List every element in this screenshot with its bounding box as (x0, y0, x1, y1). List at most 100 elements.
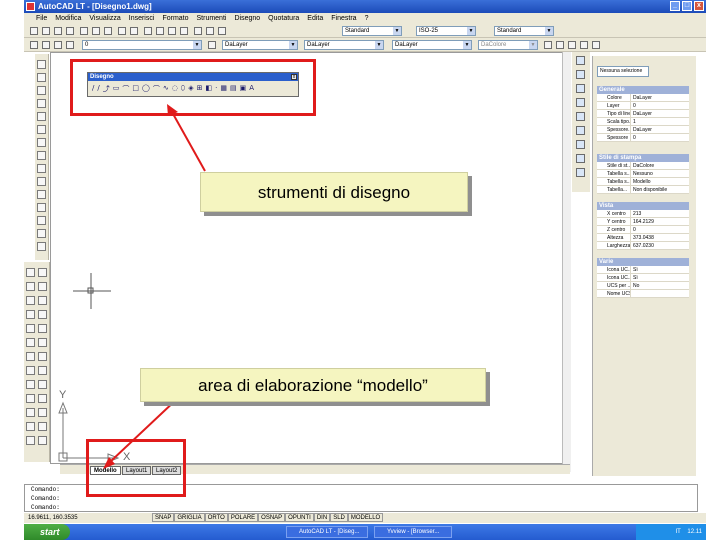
snap-tangent-icon[interactable] (38, 408, 47, 417)
polygon-icon[interactable] (37, 99, 46, 108)
zoom-icon[interactable] (544, 41, 552, 49)
property-row[interactable]: Spessore 0 (597, 134, 689, 142)
point-icon[interactable] (37, 203, 46, 212)
vertical-scrollbar[interactable] (562, 52, 571, 472)
open-file-icon[interactable] (42, 27, 50, 35)
autocad-app-icon[interactable] (26, 2, 35, 11)
property-row[interactable]: X centro 213 (597, 210, 689, 218)
property-row[interactable]: Scala tipo... 1 (597, 118, 689, 126)
snap-nearest-icon[interactable] (38, 422, 47, 431)
scale-icon[interactable] (38, 310, 47, 319)
dyn-toggle[interactable]: DIN (313, 513, 331, 522)
section-title[interactable]: Varie (597, 258, 689, 266)
start-button[interactable]: start (24, 524, 70, 540)
property-row[interactable]: Spessore... DaLayer (597, 126, 689, 134)
block-icon[interactable] (37, 190, 46, 199)
menu-edita[interactable]: Edita (307, 13, 323, 24)
property-row[interactable]: Stile di st... DaColore (597, 162, 689, 170)
properties-panel-icon[interactable] (576, 56, 585, 65)
layer-select[interactable]: 0 ▼ (82, 40, 202, 50)
property-row[interactable]: Nome UCS (597, 290, 689, 298)
menu-modifica[interactable]: Modifica (55, 13, 81, 24)
minimize-button[interactable]: _ (670, 1, 680, 11)
taskbar-item-autocad[interactable]: AutoCAD LT - [Diseg... (286, 526, 368, 538)
polar-toggle[interactable]: POLARE (227, 513, 259, 522)
zoom-extents-icon[interactable] (592, 41, 600, 49)
pan-icon[interactable] (144, 27, 152, 35)
grid-toggle[interactable]: GRIGLIA (174, 513, 205, 522)
taskbar-item-browser[interactable]: Yvview - [Browser... (374, 526, 452, 538)
text-icon[interactable] (37, 242, 46, 251)
lock-icon[interactable] (66, 41, 74, 49)
menu-file[interactable]: File (36, 13, 47, 24)
dbconnect-icon[interactable] (576, 154, 585, 163)
markup-icon[interactable] (576, 126, 585, 135)
save-icon[interactable] (54, 27, 62, 35)
paste-icon[interactable] (104, 27, 112, 35)
help-icon[interactable] (218, 27, 226, 35)
zoom-out-icon[interactable] (568, 41, 576, 49)
print-icon[interactable] (66, 27, 74, 35)
property-row[interactable]: Z centro 0 (597, 226, 689, 234)
stretch-icon[interactable] (26, 324, 35, 333)
circle-icon[interactable] (37, 138, 46, 147)
hatch-icon[interactable] (37, 216, 46, 225)
layer-manager-icon[interactable] (30, 41, 38, 49)
dim-style-select[interactable]: ISO-25 ▼ (416, 26, 476, 36)
sheet-set-icon[interactable] (576, 112, 585, 121)
close-button[interactable]: x (694, 1, 704, 11)
menu-help[interactable]: ? (365, 13, 369, 24)
ortho-toggle[interactable]: ORTO (204, 513, 228, 522)
property-row[interactable]: Layer 0 (597, 102, 689, 110)
osnap-toggle[interactable]: OSNAP (258, 513, 286, 522)
menu-quotatura[interactable]: Quotatura (268, 13, 299, 24)
table-style-select[interactable]: Standard ▼ (494, 26, 554, 36)
redo-icon[interactable] (130, 27, 138, 35)
section-title[interactable]: Vista (597, 202, 689, 210)
rectangle-icon[interactable] (37, 112, 46, 121)
linetype-select[interactable]: DaLayer ▼ (304, 40, 384, 50)
section-title[interactable]: Generale (597, 86, 689, 94)
tool-palette-icon[interactable] (576, 98, 585, 107)
menu-finestra[interactable]: Finestra (331, 13, 356, 24)
snap-quadrant-icon[interactable] (26, 408, 35, 417)
menu-disegno[interactable]: Disegno (234, 13, 260, 24)
break-icon[interactable] (38, 338, 47, 347)
snap-endpoint-icon[interactable] (26, 380, 35, 389)
snap-perpendicular-icon[interactable] (26, 422, 35, 431)
command-prompt[interactable]: Comando: (25, 503, 697, 512)
menu-formato[interactable]: Formato (162, 13, 188, 24)
menu-strumenti[interactable]: Strumenti (197, 13, 227, 24)
move-icon[interactable] (38, 296, 47, 305)
offset-icon[interactable] (38, 282, 47, 291)
sun-icon[interactable] (54, 41, 62, 49)
erase-icon[interactable] (26, 268, 35, 277)
property-row[interactable]: Tabella s... Nessuno (597, 170, 689, 178)
zoom-realtime-icon[interactable] (156, 27, 164, 35)
language-indicator[interactable]: IT (676, 529, 681, 535)
zoom-all-icon[interactable] (580, 41, 588, 49)
text-style-select[interactable]: Standard ▼ (342, 26, 402, 36)
new-file-icon[interactable] (30, 27, 38, 35)
region-icon[interactable] (37, 229, 46, 238)
trim-icon[interactable] (38, 324, 47, 333)
plotstyle-select[interactable]: DaColore ▼ (478, 40, 538, 50)
lineweight-select[interactable]: DaLayer ▼ (392, 40, 472, 50)
revcloud-icon[interactable] (37, 151, 46, 160)
layers-panel-icon[interactable] (576, 70, 585, 79)
maximize-button[interactable]: □ (682, 1, 692, 11)
section-title[interactable]: Stile di stampa (597, 154, 689, 162)
property-row[interactable]: Tabella... Non disponibile (597, 186, 689, 194)
property-row[interactable]: Tabella s... Modello (597, 178, 689, 186)
extend-icon[interactable] (26, 338, 35, 347)
spline-icon[interactable] (37, 164, 46, 173)
quickcalc-icon[interactable] (576, 140, 585, 149)
cut-icon[interactable] (80, 27, 88, 35)
design-center-icon[interactable] (206, 27, 214, 35)
blocks-panel-icon[interactable] (576, 84, 585, 93)
property-row[interactable]: Colore DaLayer (597, 94, 689, 102)
snap-none-icon[interactable] (26, 436, 35, 445)
lightbulb-icon[interactable] (42, 41, 50, 49)
lwt-toggle[interactable]: SLD (330, 513, 348, 522)
arc-icon[interactable] (37, 125, 46, 134)
